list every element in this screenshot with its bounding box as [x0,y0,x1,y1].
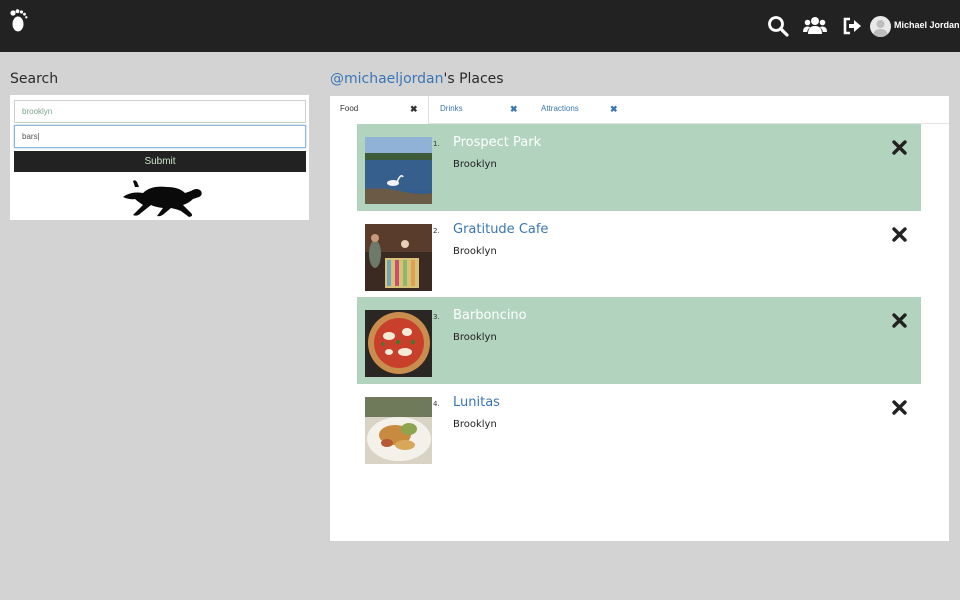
running-dog-icon [123,180,202,217]
list-item[interactable]: 1. Prospect Park Brooklyn [357,124,921,211]
user-handle-link[interactable]: @michaeljordan [330,71,443,87]
cafe-counter-image [365,224,432,291]
users-icon[interactable] [803,15,827,37]
places-panel: Food ✖ Drinks ✖ Attractions ✖ 1. Prospec [330,96,949,541]
place-name-link[interactable]: Gratitude Cafe [453,222,548,237]
category-tabs: Food ✖ Drinks ✖ Attractions ✖ [330,96,949,124]
rank-number: 1. [433,140,440,148]
close-icon[interactable]: ✖ [410,96,418,122]
user-name[interactable]: Michael Jordan [894,20,960,30]
place-name-link[interactable]: Barboncino [453,308,527,323]
place-thumbnail[interactable] [365,137,432,204]
tab-label: Food [340,104,359,113]
lake-swan-image [365,137,432,204]
place-name-link[interactable]: Lunitas [453,395,500,410]
close-icon[interactable]: ✖ [510,96,518,122]
close-icon[interactable] [892,227,907,242]
place-thumbnail[interactable] [365,224,432,291]
avatar[interactable] [870,16,891,37]
places-title-suffix: 's Places [443,71,504,87]
user-avatar-icon [873,20,888,37]
close-icon[interactable] [892,400,907,415]
list-item[interactable]: 4. Lunitas Brooklyn [357,384,921,471]
close-icon[interactable]: ✖ [610,96,618,122]
tab-food[interactable]: Food ✖ [330,96,429,124]
footprint-icon[interactable] [9,9,29,33]
place-name-link[interactable]: Prospect Park [453,135,541,150]
tab-label: Drinks [440,104,463,113]
place-city: Brooklyn [453,159,497,170]
close-icon[interactable] [892,313,907,328]
tab-drinks[interactable]: Drinks ✖ [430,96,528,124]
search-heading: Search [10,71,59,87]
rank-number: 3. [433,313,440,321]
place-city: Brooklyn [453,246,497,257]
place-thumbnail[interactable] [365,397,432,464]
submit-button[interactable]: Submit [14,151,306,172]
logout-icon[interactable] [841,15,863,37]
place-city: Brooklyn [453,332,497,343]
search-panel: brooklyn bars| Submit [10,95,309,220]
tab-label: Attractions [541,104,579,113]
places-heading: @michaeljordan's Places [330,71,504,87]
query-input[interactable]: bars| [14,125,306,148]
plated-food-image [365,397,432,464]
close-icon[interactable] [892,140,907,155]
list-item[interactable]: 3. Barboncino Brooklyn [357,297,921,384]
place-city: Brooklyn [453,419,497,430]
rank-number: 2. [433,227,440,235]
place-thumbnail[interactable] [365,310,432,377]
pizza-image [365,310,432,377]
location-input[interactable]: brooklyn [14,100,306,123]
tab-attractions[interactable]: Attractions ✖ [531,96,631,124]
search-icon[interactable] [767,15,789,37]
list-item[interactable]: 2. Gratitude Cafe Brooklyn [357,211,921,298]
top-navbar: Michael Jordan [0,0,960,52]
rank-number: 4. [433,400,440,408]
